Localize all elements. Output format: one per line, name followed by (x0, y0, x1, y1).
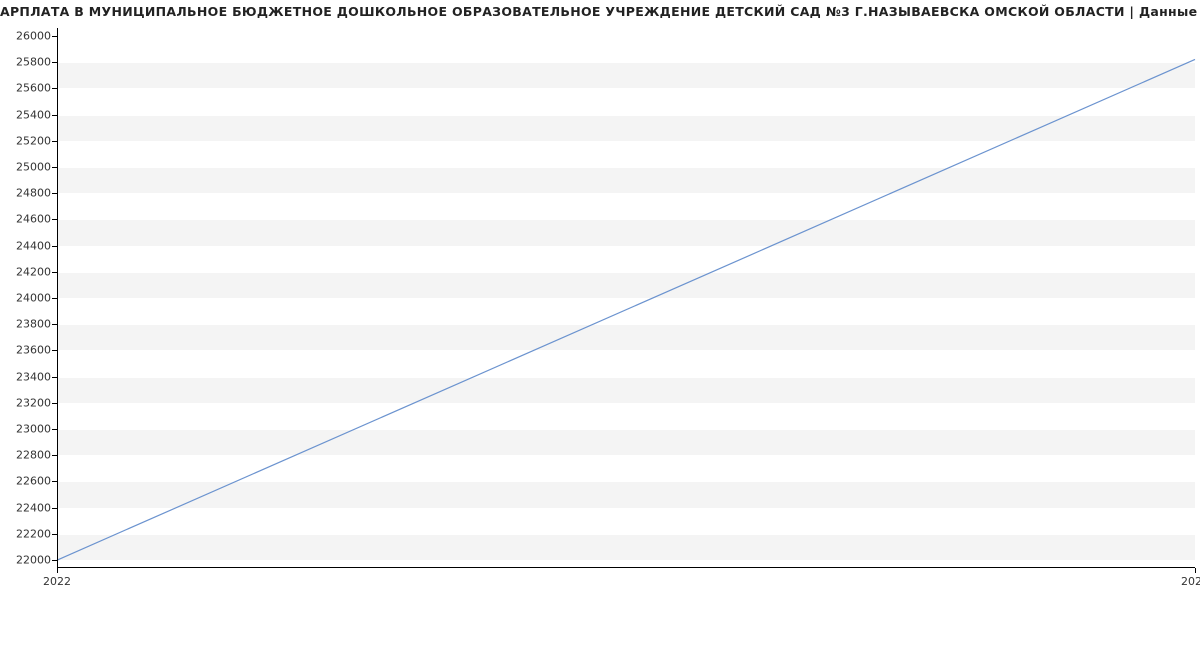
x-tick-label: 2025 (1181, 575, 1200, 588)
y-tick-mark (52, 219, 57, 220)
y-tick-label: 25200 (16, 134, 51, 147)
y-tick-mark (52, 88, 57, 89)
y-tick-label: 22200 (16, 527, 51, 540)
y-tick-mark (52, 272, 57, 273)
plot-area: 2200022200224002260022800230002320023400… (57, 28, 1195, 568)
y-tick-label: 22800 (16, 449, 51, 462)
y-tick-mark (52, 36, 57, 37)
x-tick-mark (1195, 568, 1196, 573)
y-tick-label: 24000 (16, 292, 51, 305)
y-tick-label: 23600 (16, 344, 51, 357)
y-tick-label: 25400 (16, 108, 51, 121)
y-tick-label: 23000 (16, 423, 51, 436)
y-tick-label: 25800 (16, 56, 51, 69)
x-tick-label: 2022 (43, 575, 71, 588)
y-tick-mark (52, 350, 57, 351)
y-tick-mark (52, 141, 57, 142)
y-tick-label: 24800 (16, 187, 51, 200)
chart-container: АРПЛАТА В МУНИЦИПАЛЬНОЕ БЮДЖЕТНОЕ ДОШКОЛ… (0, 0, 1200, 650)
y-tick-label: 23400 (16, 370, 51, 383)
y-tick-mark (52, 246, 57, 247)
y-tick-mark (52, 377, 57, 378)
y-tick-mark (52, 508, 57, 509)
y-tick-label: 23800 (16, 318, 51, 331)
y-tick-label: 25000 (16, 160, 51, 173)
y-tick-mark (52, 115, 57, 116)
y-tick-mark (52, 62, 57, 63)
y-tick-label: 22000 (16, 554, 51, 567)
plot-frame (57, 28, 1195, 568)
y-tick-label: 22400 (16, 501, 51, 514)
y-tick-label: 24400 (16, 239, 51, 252)
y-tick-label: 24600 (16, 213, 51, 226)
y-tick-mark (52, 298, 57, 299)
chart-title: АРПЛАТА В МУНИЦИПАЛЬНОЕ БЮДЖЕТНОЕ ДОШКОЛ… (0, 4, 1200, 19)
y-tick-label: 26000 (16, 29, 51, 42)
y-tick-mark (52, 324, 57, 325)
y-tick-label: 23200 (16, 396, 51, 409)
y-tick-label: 25600 (16, 82, 51, 95)
y-tick-mark (52, 455, 57, 456)
y-tick-label: 24200 (16, 265, 51, 278)
y-tick-mark (52, 560, 57, 561)
y-tick-mark (52, 429, 57, 430)
y-tick-mark (52, 403, 57, 404)
y-tick-mark (52, 193, 57, 194)
y-tick-label: 22600 (16, 475, 51, 488)
x-tick-mark (57, 568, 58, 573)
y-tick-mark (52, 167, 57, 168)
y-tick-mark (52, 481, 57, 482)
y-tick-mark (52, 534, 57, 535)
